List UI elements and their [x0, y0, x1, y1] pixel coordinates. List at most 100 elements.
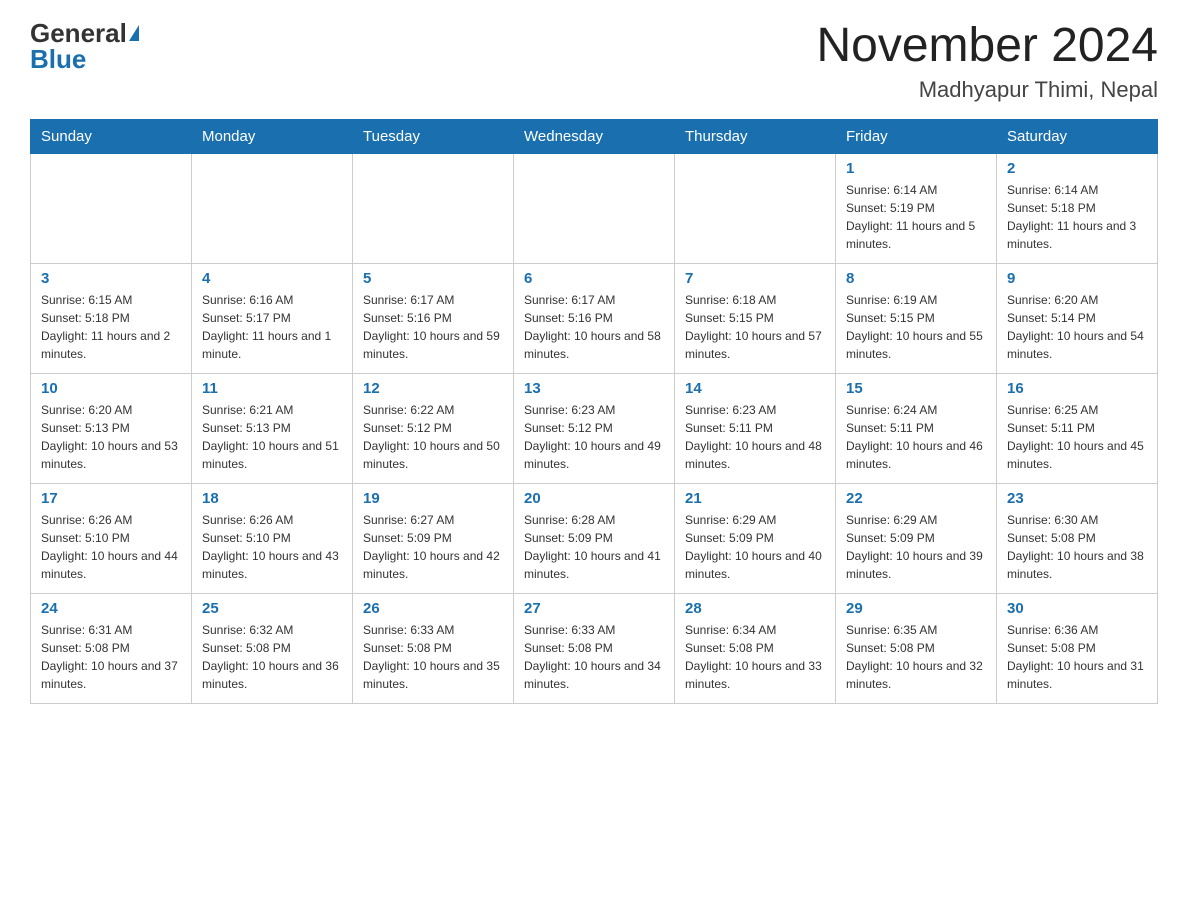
day-number: 25: [202, 600, 342, 617]
day-number: 5: [363, 270, 503, 287]
day-number: 20: [524, 490, 664, 507]
day-number: 28: [685, 600, 825, 617]
calendar-cell: 10 Sunrise: 6:20 AMSunset: 5:13 PMDayligh…: [31, 373, 192, 483]
day-info: Sunrise: 6:18 AMSunset: 5:15 PMDaylight:…: [685, 291, 825, 363]
calendar-cell: 26 Sunrise: 6:33 AMSunset: 5:08 PMDayligh…: [353, 593, 514, 703]
day-info: Sunrise: 6:34 AMSunset: 5:08 PMDaylight:…: [685, 621, 825, 693]
day-number: 7: [685, 270, 825, 287]
day-info: Sunrise: 6:19 AMSunset: 5:15 PMDaylight:…: [846, 291, 986, 363]
day-info: Sunrise: 6:14 AMSunset: 5:18 PMDaylight:…: [1007, 181, 1147, 253]
title-block: November 2024 Madhyapur Thimi, Nepal: [816, 20, 1158, 103]
day-info: Sunrise: 6:29 AMSunset: 5:09 PMDaylight:…: [846, 511, 986, 583]
month-year-title: November 2024: [816, 20, 1158, 73]
day-info: Sunrise: 6:36 AMSunset: 5:08 PMDaylight:…: [1007, 621, 1147, 693]
calendar-cell: 17 Sunrise: 6:26 AMSunset: 5:10 PMDayligh…: [31, 483, 192, 593]
calendar-week-row: 3Sunrise: 6:15 AMSunset: 5:18 PMDaylight…: [31, 263, 1158, 373]
weekday-header-row: SundayMondayTuesdayWednesdayThursdayFrid…: [31, 119, 1158, 153]
day-info: Sunrise: 6:27 AMSunset: 5:09 PMDaylight:…: [363, 511, 503, 583]
calendar-cell: [192, 153, 353, 263]
weekday-header-friday: Friday: [836, 119, 997, 153]
calendar-week-row: 17 Sunrise: 6:26 AMSunset: 5:10 PMDayligh…: [31, 483, 1158, 593]
day-number: 9: [1007, 270, 1147, 287]
day-info: Sunrise: 6:33 AMSunset: 5:08 PMDaylight:…: [363, 621, 503, 693]
day-info: Sunrise: 6:17 AMSunset: 5:16 PMDaylight:…: [363, 291, 503, 363]
calendar-cell: 13Sunrise: 6:23 AMSunset: 5:12 PMDayligh…: [514, 373, 675, 483]
calendar-cell: 21Sunrise: 6:29 AMSunset: 5:09 PMDayligh…: [675, 483, 836, 593]
calendar-cell: 11 Sunrise: 6:21 AMSunset: 5:13 PMDayligh…: [192, 373, 353, 483]
day-info: Sunrise: 6:26 AMSunset: 5:10 PMDaylight:…: [202, 511, 342, 583]
day-info: Sunrise: 6:33 AMSunset: 5:08 PMDaylight:…: [524, 621, 664, 693]
weekday-header-thursday: Thursday: [675, 119, 836, 153]
calendar-cell: 19 Sunrise: 6:27 AMSunset: 5:09 PMDayligh…: [353, 483, 514, 593]
calendar-cell: 27Sunrise: 6:33 AMSunset: 5:08 PMDayligh…: [514, 593, 675, 703]
day-info: Sunrise: 6:16 AMSunset: 5:17 PMDaylight:…: [202, 291, 342, 363]
day-number: 2: [1007, 160, 1147, 177]
day-info: Sunrise: 6:25 AMSunset: 5:11 PMDaylight:…: [1007, 401, 1147, 473]
location-subtitle: Madhyapur Thimi, Nepal: [816, 77, 1158, 103]
day-info: Sunrise: 6:17 AMSunset: 5:16 PMDaylight:…: [524, 291, 664, 363]
day-number: 26: [363, 600, 503, 617]
logo: General Blue: [30, 20, 139, 72]
day-number: 10: [41, 380, 181, 397]
calendar-cell: 30Sunrise: 6:36 AMSunset: 5:08 PMDayligh…: [997, 593, 1158, 703]
day-info: Sunrise: 6:14 AMSunset: 5:19 PMDaylight:…: [846, 181, 986, 253]
calendar-cell: 5 Sunrise: 6:17 AMSunset: 5:16 PMDaylight…: [353, 263, 514, 373]
day-info: Sunrise: 6:22 AMSunset: 5:12 PMDaylight:…: [363, 401, 503, 473]
day-info: Sunrise: 6:26 AMSunset: 5:10 PMDaylight:…: [41, 511, 181, 583]
logo-blue-text: Blue: [30, 46, 86, 72]
day-number: 29: [846, 600, 986, 617]
day-number: 12: [363, 380, 503, 397]
weekday-header-saturday: Saturday: [997, 119, 1158, 153]
calendar-cell: 12 Sunrise: 6:22 AMSunset: 5:12 PMDayligh…: [353, 373, 514, 483]
day-info: Sunrise: 6:30 AMSunset: 5:08 PMDaylight:…: [1007, 511, 1147, 583]
day-number: 3: [41, 270, 181, 287]
calendar-cell: 3Sunrise: 6:15 AMSunset: 5:18 PMDaylight…: [31, 263, 192, 373]
day-info: Sunrise: 6:20 AMSunset: 5:13 PMDaylight:…: [41, 401, 181, 473]
day-info: Sunrise: 6:28 AMSunset: 5:09 PMDaylight:…: [524, 511, 664, 583]
day-info: Sunrise: 6:23 AMSunset: 5:11 PMDaylight:…: [685, 401, 825, 473]
calendar-cell: 4 Sunrise: 6:16 AMSunset: 5:17 PMDaylight…: [192, 263, 353, 373]
logo-general-text: General: [30, 20, 127, 46]
day-number: 1: [846, 160, 986, 177]
calendar-cell: [514, 153, 675, 263]
calendar-cell: 15Sunrise: 6:24 AMSunset: 5:11 PMDayligh…: [836, 373, 997, 483]
day-number: 11: [202, 380, 342, 397]
calendar-cell: [675, 153, 836, 263]
day-number: 18: [202, 490, 342, 507]
day-number: 6: [524, 270, 664, 287]
day-info: Sunrise: 6:32 AMSunset: 5:08 PMDaylight:…: [202, 621, 342, 693]
weekday-header-tuesday: Tuesday: [353, 119, 514, 153]
calendar-cell: 8 Sunrise: 6:19 AMSunset: 5:15 PMDaylight…: [836, 263, 997, 373]
day-number: 4: [202, 270, 342, 287]
calendar-cell: 22 Sunrise: 6:29 AMSunset: 5:09 PMDayligh…: [836, 483, 997, 593]
weekday-header-sunday: Sunday: [31, 119, 192, 153]
page-header: General Blue November 2024 Madhyapur Thi…: [30, 20, 1158, 103]
calendar-week-row: 10 Sunrise: 6:20 AMSunset: 5:13 PMDayligh…: [31, 373, 1158, 483]
calendar-cell: 18 Sunrise: 6:26 AMSunset: 5:10 PMDayligh…: [192, 483, 353, 593]
day-number: 22: [846, 490, 986, 507]
day-number: 23: [1007, 490, 1147, 507]
day-number: 8: [846, 270, 986, 287]
day-info: Sunrise: 6:31 AMSunset: 5:08 PMDaylight:…: [41, 621, 181, 693]
day-number: 17: [41, 490, 181, 507]
weekday-header-wednesday: Wednesday: [514, 119, 675, 153]
calendar-cell: 23 Sunrise: 6:30 AMSunset: 5:08 PMDayligh…: [997, 483, 1158, 593]
day-info: Sunrise: 6:35 AMSunset: 5:08 PMDaylight:…: [846, 621, 986, 693]
logo-triangle-icon: [129, 25, 139, 41]
calendar-cell: [353, 153, 514, 263]
calendar-cell: 29 Sunrise: 6:35 AMSunset: 5:08 PMDayligh…: [836, 593, 997, 703]
calendar-week-row: 1 Sunrise: 6:14 AMSunset: 5:19 PMDaylight…: [31, 153, 1158, 263]
day-info: Sunrise: 6:29 AMSunset: 5:09 PMDaylight:…: [685, 511, 825, 583]
calendar-cell: 24Sunrise: 6:31 AMSunset: 5:08 PMDayligh…: [31, 593, 192, 703]
day-number: 19: [363, 490, 503, 507]
calendar-cell: 2 Sunrise: 6:14 AMSunset: 5:18 PMDaylight…: [997, 153, 1158, 263]
calendar-cell: 9 Sunrise: 6:20 AMSunset: 5:14 PMDaylight…: [997, 263, 1158, 373]
calendar-cell: 25 Sunrise: 6:32 AMSunset: 5:08 PMDayligh…: [192, 593, 353, 703]
day-number: 15: [846, 380, 986, 397]
weekday-header-monday: Monday: [192, 119, 353, 153]
calendar-cell: 28 Sunrise: 6:34 AMSunset: 5:08 PMDayligh…: [675, 593, 836, 703]
day-info: Sunrise: 6:20 AMSunset: 5:14 PMDaylight:…: [1007, 291, 1147, 363]
calendar-cell: 1 Sunrise: 6:14 AMSunset: 5:19 PMDaylight…: [836, 153, 997, 263]
day-info: Sunrise: 6:21 AMSunset: 5:13 PMDaylight:…: [202, 401, 342, 473]
day-number: 16: [1007, 380, 1147, 397]
